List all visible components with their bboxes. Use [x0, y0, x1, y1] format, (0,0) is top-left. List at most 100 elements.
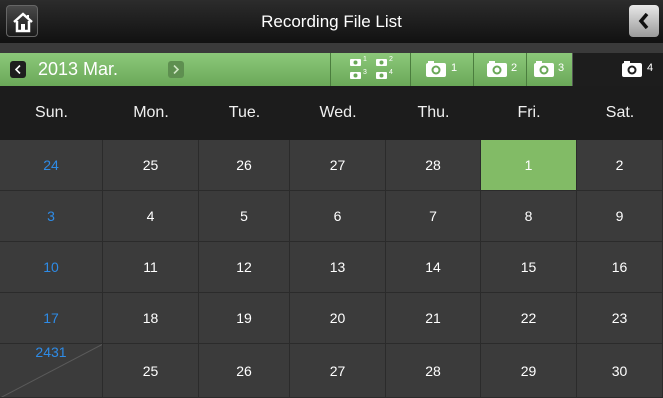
calendar-day-cell[interactable]: 8 — [481, 191, 577, 242]
day-number: 26 — [236, 157, 252, 173]
calendar-day-cell[interactable]: 11 — [103, 242, 199, 293]
day-number: 28 — [425, 363, 441, 379]
weekday-label: Mon. — [133, 104, 169, 121]
weekday-label: Sun. — [35, 104, 68, 121]
calendar-day-cell[interactable]: 18 — [103, 293, 199, 344]
chevron-right-icon — [173, 65, 179, 74]
calendar-day-cell[interactable]: 7 — [386, 191, 481, 242]
calendar-day-cell[interactable]: 9 — [577, 191, 663, 242]
calendar-day-cell[interactable]: 12 — [199, 242, 290, 293]
calendar-day-cell[interactable]: 25 — [103, 344, 199, 398]
calendar-day-cell[interactable]: 22 — [481, 293, 577, 344]
calendar-day-cell[interactable]: 24 — [0, 140, 103, 191]
calendar-day-cell[interactable]: 19 — [199, 293, 290, 344]
calendar-day-cell[interactable]: 16 — [577, 242, 663, 293]
day-number: 21 — [425, 310, 441, 326]
calendar-day-cell[interactable]: 15 — [481, 242, 577, 293]
day-number: 17 — [43, 310, 59, 326]
day-number: 25 — [142, 157, 159, 173]
day-number: 13 — [329, 259, 346, 275]
day-number: 26 — [236, 363, 252, 379]
page-title: Recording File List — [261, 12, 402, 31]
day-number: 9 — [615, 208, 624, 224]
day-number: 1 — [524, 157, 533, 173]
calendar-day-cell[interactable]: 26 — [199, 344, 290, 398]
next-month-button[interactable] — [168, 61, 184, 78]
camera-quad-view-button[interactable]: 1 2 3 4 — [330, 53, 410, 86]
camera-icon — [534, 61, 554, 77]
title-bar: Recording File List — [0, 0, 663, 43]
calendar-day-cell[interactable]: 1 — [481, 140, 577, 191]
previous-month-button[interactable] — [10, 61, 26, 78]
calendar-grid: 24 25 26 27 28 1 2 3 4 5 6 7 8 9 10 11 12 13 14 15 16 17 18 19 2… — [0, 140, 663, 398]
camera-1-button[interactable]: 1 — [410, 53, 473, 86]
month-label: 2013 Mar. — [38, 59, 119, 79]
calendar-day-cell[interactable]: 29 — [481, 344, 577, 398]
day-number: 16 — [611, 259, 628, 275]
chevron-left-icon — [638, 13, 649, 29]
calendar-day-cell[interactable]: 28 — [386, 344, 481, 398]
calendar-day-cell[interactable]: 28 — [386, 140, 481, 191]
day-number: 8 — [524, 208, 533, 224]
split-divider — [0, 344, 102, 397]
calendar-day-cell[interactable]: 26 — [199, 140, 290, 191]
weekday-label: Fri. — [517, 104, 541, 121]
calendar-day-cell[interactable]: 13 — [290, 242, 386, 293]
day-number: 30 — [611, 363, 628, 379]
day-number: 27 — [329, 363, 346, 379]
calendar-day-cell[interactable]: 2431 — [0, 344, 103, 398]
day-number: 3 — [47, 208, 55, 224]
month-navigator: 2013 Mar. — [0, 53, 330, 86]
weekday-label: Wed. — [319, 104, 357, 121]
calendar-day-cell[interactable]: 4 — [103, 191, 199, 242]
day-number: 11 — [143, 259, 158, 275]
calendar-day-cell[interactable]: 27 — [290, 140, 386, 191]
day-number: 4 — [146, 208, 155, 224]
day-number: 7 — [429, 208, 437, 224]
calendar-day-cell[interactable]: 14 — [386, 242, 481, 293]
day-number: 5 — [240, 208, 248, 224]
chevron-left-icon — [15, 65, 21, 74]
weekday-label: Sat. — [605, 104, 635, 121]
recording-file-list-screen: Recording File List 2013 Mar. 1 2 3 4 1 … — [0, 0, 663, 398]
day-number: 18 — [142, 310, 159, 326]
day-number: 2 — [615, 157, 624, 173]
day-number: 20 — [329, 310, 346, 326]
day-number: 10 — [43, 259, 59, 275]
weekday-label: Thu. — [417, 104, 450, 121]
day-number: 14 — [425, 259, 441, 275]
calendar-day-cell[interactable]: 21 — [386, 293, 481, 344]
day-number: 23 — [611, 310, 628, 326]
calendar-day-cell[interactable]: 5 — [199, 191, 290, 242]
month-camera-bar: 2013 Mar. 1 2 3 4 1 2 3 4 — [0, 53, 663, 86]
day-number: 12 — [236, 259, 252, 275]
back-button[interactable] — [629, 5, 659, 37]
day-number: 6 — [333, 208, 342, 224]
camera-icon — [426, 61, 446, 77]
day-number: 29 — [520, 363, 537, 379]
day-number: 25 — [142, 363, 159, 379]
camera-icon — [622, 61, 642, 77]
camera-icon — [487, 61, 507, 77]
calendar-day-cell[interactable]: 6 — [290, 191, 386, 242]
calendar-day-cell[interactable]: 30 — [577, 344, 663, 398]
calendar-day-cell[interactable]: 3 — [0, 191, 103, 242]
calendar-day-cell[interactable]: 27 — [290, 344, 386, 398]
calendar-day-cell[interactable]: 17 — [0, 293, 103, 344]
day-number: 19 — [236, 310, 252, 326]
calendar-day-cell[interactable]: 10 — [0, 242, 103, 293]
camera-4-button[interactable]: 4 — [572, 53, 663, 86]
calendar-day-cell[interactable]: 2 — [577, 140, 663, 191]
calendar-day-cell[interactable]: 25 — [103, 140, 199, 191]
weekday-label: Tue. — [228, 104, 261, 121]
calendar-day-cell[interactable]: 23 — [577, 293, 663, 344]
calendar-day-cell[interactable]: 20 — [290, 293, 386, 344]
day-number: 15 — [520, 259, 537, 275]
camera-3-button[interactable]: 3 — [526, 53, 572, 86]
day-number: 27 — [329, 157, 346, 173]
weekday-header: Sun. Mon. Tue. Wed. Thu. Fri. Sat. — [0, 86, 663, 140]
day-number: 24 — [43, 157, 59, 173]
day-number: 22 — [520, 310, 537, 326]
day-number: 28 — [425, 157, 441, 173]
camera-2-button[interactable]: 2 — [473, 53, 526, 86]
